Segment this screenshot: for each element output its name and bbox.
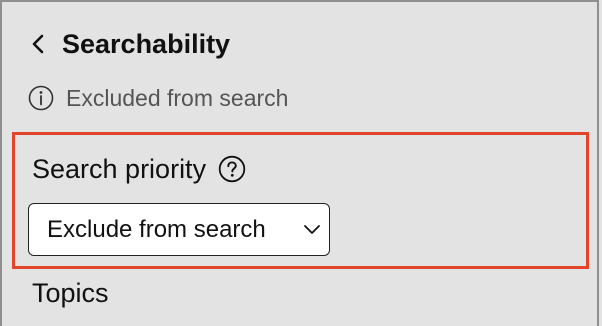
page-title: Searchability (62, 29, 231, 59)
search-status: Excluded from search (28, 84, 288, 112)
search-priority-label: Search priority (32, 154, 207, 184)
back-button[interactable] (24, 26, 52, 62)
panel-header: Searchability (24, 26, 230, 62)
search-priority-select[interactable]: Exclude from search (28, 203, 330, 256)
topics-section-label: Topics (32, 278, 109, 308)
status-text: Excluded from search (66, 85, 289, 111)
chevron-left-icon (31, 33, 45, 55)
select-value: Exclude from search (47, 215, 266, 243)
searchability-panel: Searchability Excluded from search Searc… (0, 0, 599, 326)
info-circle-icon (28, 85, 54, 111)
chevron-down-icon (303, 221, 321, 239)
question-circle-icon[interactable] (218, 155, 246, 183)
search-priority-label-row: Search priority (32, 152, 246, 186)
